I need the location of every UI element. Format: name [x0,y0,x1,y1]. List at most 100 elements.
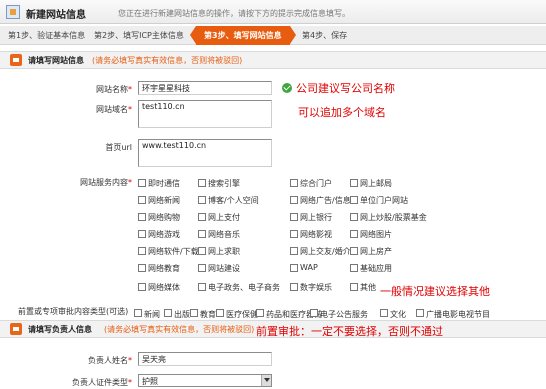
service-option-label: 网络软件/下载 [148,247,199,256]
approval-checkbox[interactable] [134,309,142,317]
site-domain-label: 网站域名* [96,105,132,114]
site-section-note: (请务必填写真实有效信息，否则将被驳回) [92,56,243,65]
name-annotation: 公司建议写公司名称 [296,82,395,95]
service-label: 网站服务内容* [80,178,132,187]
service-option-label: 网上支付 [208,213,240,222]
service-option-label: 数字娱乐 [300,283,332,292]
person-name-input[interactable]: 吴天亮 [138,352,272,366]
service-checkbox[interactable] [198,264,206,272]
service-checkbox[interactable] [198,283,206,291]
service-option-label: 网上银行 [300,213,332,222]
service-option-label: WAP [300,263,318,272]
person-section-note: (请务必填写真实有效信息，否则将被驳回) [104,325,255,334]
approval-checkbox[interactable] [190,309,198,317]
id-type-value: 护照 [142,377,158,386]
service-checkbox[interactable] [138,213,146,221]
service-option-label: 网站建设 [208,264,240,273]
step-2: 第2步、填写ICP主体信息 [94,31,184,40]
service-checkbox[interactable] [350,179,358,187]
service-option-label: 基础应用 [360,264,392,273]
service-option-label: 搜索引擎 [208,179,240,188]
service-option-label: 网络媒体 [148,283,180,292]
service-checkbox[interactable] [350,230,358,238]
service-option-label: 其他 [360,283,376,292]
service-option-label: 网络图片 [360,230,392,239]
service-checkbox[interactable] [350,247,358,255]
service-checkbox[interactable] [290,264,298,272]
service-checkbox[interactable] [138,283,146,291]
page-title: 新建网站信息 [26,10,86,21]
person-name-label: 负责人姓名* [88,356,132,365]
step-3-current: 第3步、填写网站信息 [190,26,296,45]
approval-annotation: 前置审批：一定不要选择，否则不通过 [256,325,443,338]
service-checkbox[interactable] [290,196,298,204]
chevron-down-icon[interactable] [261,375,271,386]
approval-option-label: 出版 [174,310,190,319]
homepage-textarea[interactable]: www.test110.cn [138,139,272,167]
approval-label: 前置或专项审批内容类型(可选) [18,307,129,316]
service-checkbox[interactable] [138,230,146,238]
approval-checkbox[interactable] [216,309,224,317]
approval-checkbox[interactable] [380,309,388,317]
check-icon [282,83,292,93]
id-type-select[interactable]: 护照 [138,374,272,387]
service-option-label: 网上房产 [360,247,392,256]
service-option-label: 网络影视 [300,230,332,239]
service-checkbox[interactable] [290,179,298,187]
id-type-label: 负责人证件类型* [72,378,132,387]
approval-option-label: 医疗保健 [226,310,258,319]
approval-checkbox[interactable] [310,309,318,317]
approval-option-label: 电子公告服务 [320,310,368,319]
service-option-label: 网上邮局 [360,179,392,188]
service-checkbox[interactable] [290,283,298,291]
site-name-label: 网站名称* [96,85,132,94]
service-checkbox[interactable] [198,213,206,221]
service-checkbox[interactable] [290,247,298,255]
service-checkbox[interactable] [198,196,206,204]
approval-checkbox[interactable] [416,309,424,317]
approval-option-label: 广播电影电视节目 [426,310,490,319]
homepage-label: 首页url [105,143,132,152]
service-option-label: 网上交友/婚介 [300,247,351,256]
service-option-label: 网上求职 [208,247,240,256]
service-option-label: 网络购物 [148,213,180,222]
service-checkbox[interactable] [350,213,358,221]
approval-option-label: 文化 [390,310,406,319]
step-1: 第1步、验证基本信息 [8,31,86,40]
service-option-label: 即时通信 [148,179,180,188]
service-checkbox[interactable] [198,230,206,238]
approval-checkbox[interactable] [256,309,264,317]
service-checkbox[interactable] [350,196,358,204]
site-domain-textarea[interactable]: test110.cn [138,100,272,128]
site-section-title: 请填写网站信息 [28,56,84,65]
site-name-input[interactable]: 环宇星星科技 [138,81,272,95]
service-option-label: 网络教育 [148,264,180,273]
service-option-label: 博客/个人空间 [208,196,259,205]
service-checkbox[interactable] [138,264,146,272]
service-checkbox[interactable] [350,264,358,272]
service-option-label: 网络游戏 [148,230,180,239]
form-icon [6,5,20,19]
section-icon [10,323,22,335]
page-hint: 您正在进行新建网站信息的操作，请按下方的提示完成信息填写。 [118,9,350,18]
step-4: 第4步、保存 [302,31,348,40]
approval-option-label: 新闻 [144,310,160,319]
approval-checkbox[interactable] [164,309,172,317]
service-checkbox[interactable] [350,283,358,291]
service-option-label: 电子政务、电子商务 [208,283,280,292]
service-checkbox[interactable] [138,196,146,204]
service-checkbox[interactable] [198,247,206,255]
service-option-label: 网络音乐 [208,230,240,239]
service-option-label: 单位门户网站 [360,196,408,205]
service-option-label: 网上炒股/股票基金 [360,213,427,222]
service-checkbox[interactable] [290,213,298,221]
service-annotation: 一般情况建议选择其他 [380,285,490,298]
service-checkbox[interactable] [290,230,298,238]
person-section-title: 请填写负责人信息 [28,325,92,334]
approval-option-label: 教育 [200,310,216,319]
service-checkbox[interactable] [138,247,146,255]
domain-annotation: 可以追加多个域名 [298,106,386,119]
service-checkbox[interactable] [138,179,146,187]
service-option-label: 网络广告/信息 [300,196,351,205]
service-checkbox[interactable] [198,179,206,187]
